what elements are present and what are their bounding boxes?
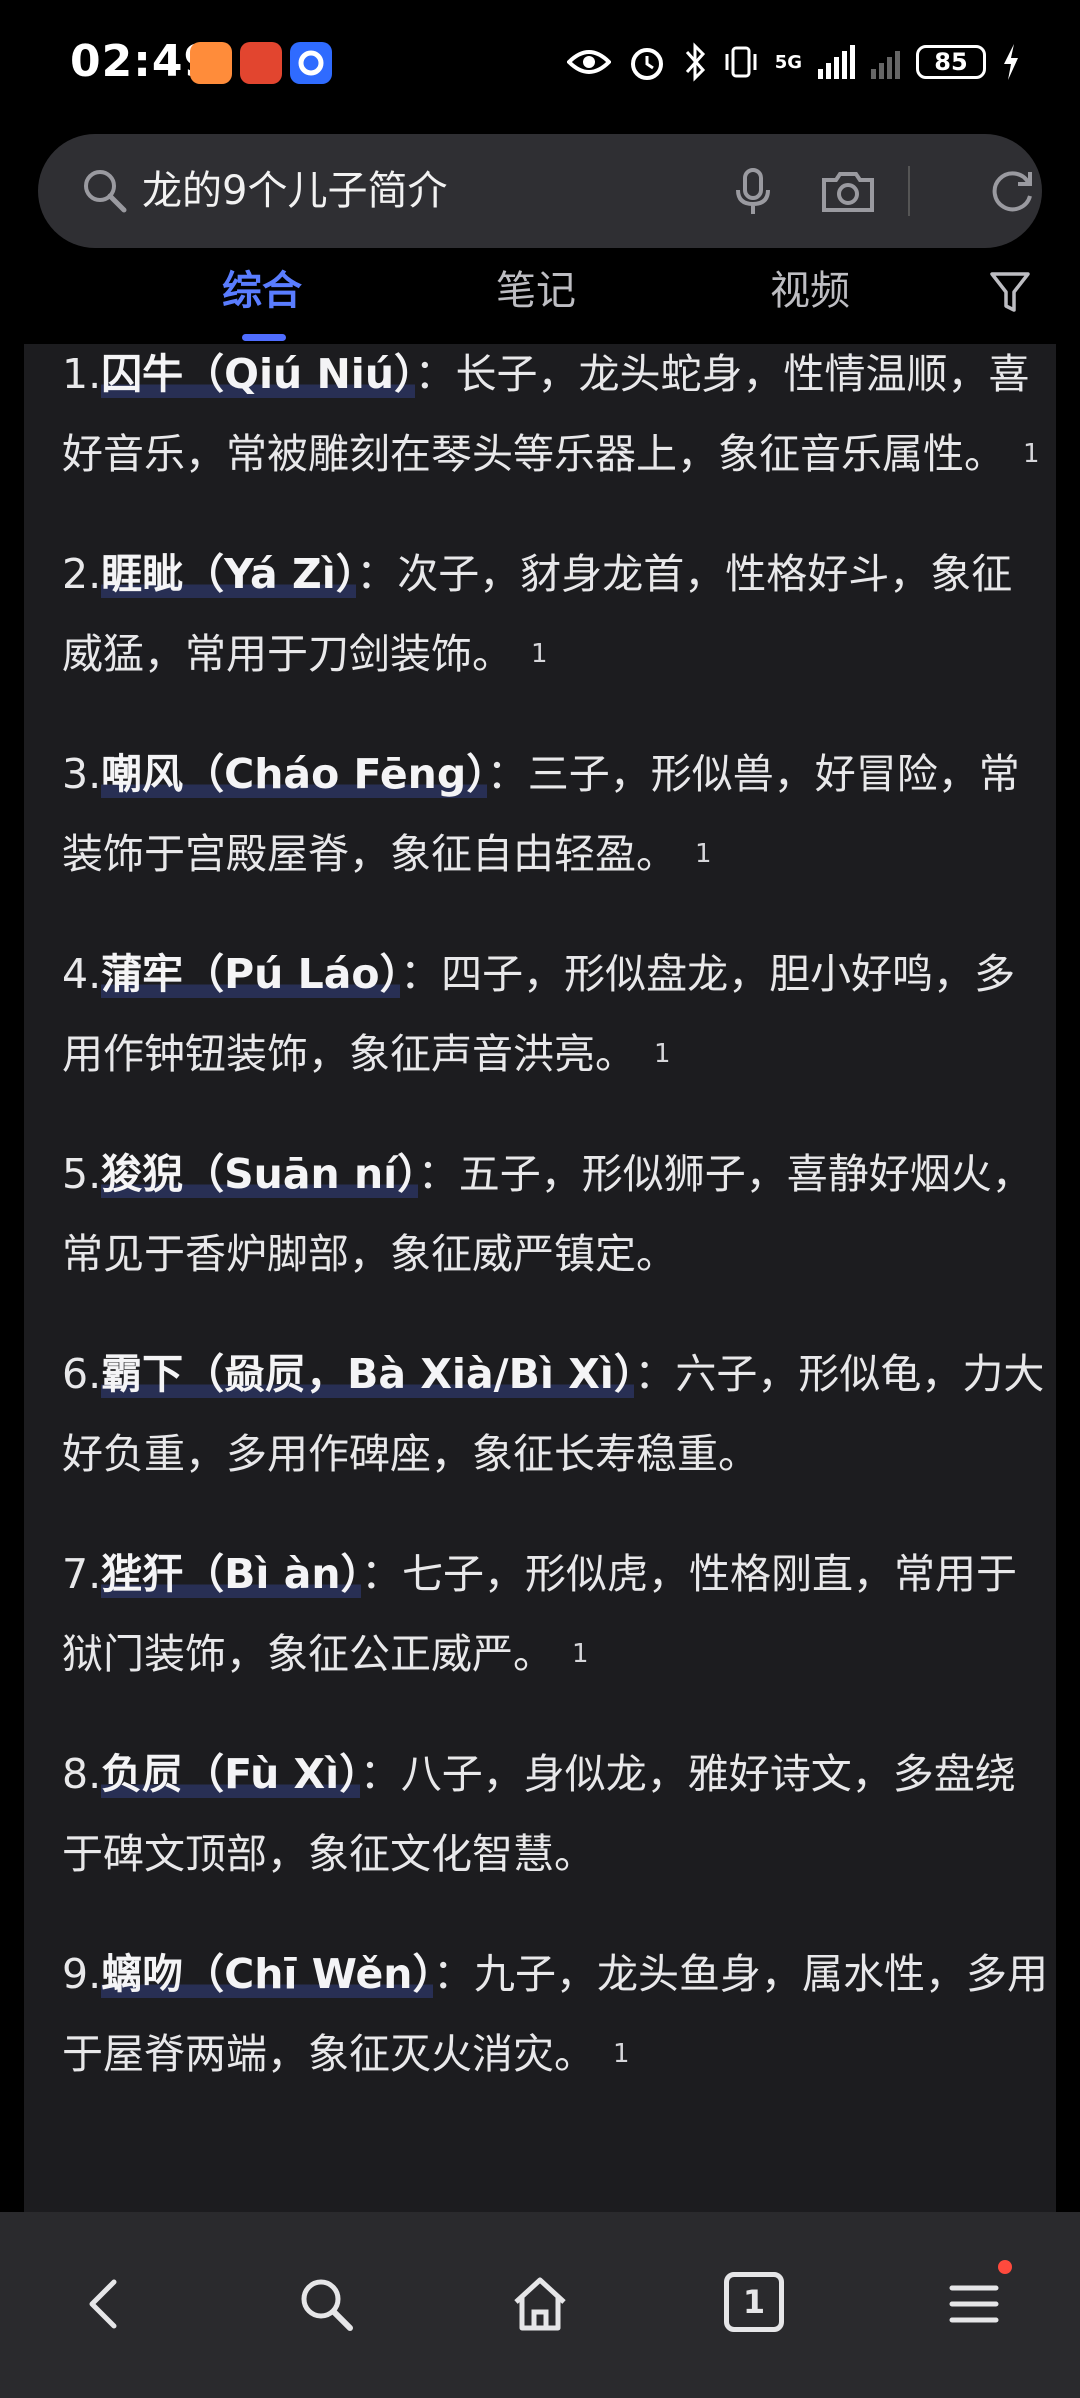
app-notification-icon-2 bbox=[240, 42, 282, 84]
item-number: 7. bbox=[62, 1550, 102, 1598]
list-item: 1.囚牛（Qiú Niú）：长子，龙头蛇身，性情温顺，喜好音乐，常被雕刻在琴头等… bbox=[62, 344, 1052, 494]
item-number: 3. bbox=[62, 750, 102, 798]
item-number: 4. bbox=[62, 950, 102, 998]
item-name: 嘲风（Cháo Fēng） bbox=[101, 750, 487, 798]
signal-icon bbox=[818, 45, 855, 79]
item-number: 5. bbox=[62, 1150, 102, 1198]
search-icon[interactable] bbox=[294, 2272, 358, 2336]
back-icon[interactable] bbox=[74, 2272, 138, 2336]
result-tabs: 综合 笔记 视频 bbox=[0, 258, 1080, 344]
tab-count: 1 bbox=[742, 2283, 766, 2321]
citation-link[interactable]: 1 bbox=[654, 1039, 671, 1069]
status-icons: 5G 85 bbox=[566, 38, 1020, 86]
menu-icon[interactable] bbox=[942, 2272, 1006, 2336]
vibrate-icon bbox=[725, 46, 757, 78]
refresh-icon[interactable] bbox=[984, 164, 1040, 218]
list-item: 9.螭吻（Chī Wěn）：九子，龙头鱼身，属水性，多用于屋脊两端，象征灭火消灾… bbox=[62, 1934, 1052, 2094]
citation-link[interactable]: 1 bbox=[572, 1639, 589, 1669]
active-tab-indicator bbox=[242, 334, 286, 341]
alarm-icon bbox=[630, 48, 663, 80]
tab-videos[interactable]: 视频 bbox=[770, 258, 850, 324]
tabs-icon[interactable]: 1 bbox=[724, 2272, 784, 2332]
app-notification-icon-3 bbox=[290, 42, 332, 84]
item-name: 负屃（Fù Xì） bbox=[101, 1750, 360, 1798]
network-type: 5G bbox=[774, 51, 802, 73]
battery-level: 85 bbox=[934, 48, 968, 76]
battery-icon: 85 bbox=[916, 45, 986, 79]
item-name: 睚眦（Yá Zì） bbox=[101, 550, 357, 598]
search-bar[interactable]: 龙的9个儿子简介 bbox=[38, 134, 1042, 248]
list-item: 8.负屃（Fù Xì）：八子，身似龙，雅好诗文，多盘绕于碑文顶部，象征文化智慧。 bbox=[62, 1734, 1052, 1894]
list-item: 5.狻猊（Suān ní）：五子，形似狮子，喜静好烟火，常见于香炉脚部，象征威严… bbox=[62, 1134, 1052, 1294]
item-number: 8. bbox=[62, 1750, 102, 1798]
bottom-navigation: 1 bbox=[0, 2212, 1080, 2398]
filter-icon[interactable] bbox=[988, 268, 1032, 316]
camera-icon[interactable] bbox=[818, 164, 878, 218]
citation-link[interactable]: 1 bbox=[695, 839, 712, 869]
list-item: 2.睚眦（Yá Zì）：次子，豺身龙首，性格好斗，象征威猛，常用于刀剑装饰。 1 bbox=[62, 534, 1052, 694]
item-name: 狻猊（Suān ní） bbox=[101, 1150, 418, 1198]
answer-card: 1.囚牛（Qiú Niú）：长子，龙头蛇身，性情温顺，喜好音乐，常被雕刻在琴头等… bbox=[24, 344, 1056, 2214]
mic-icon[interactable] bbox=[726, 164, 780, 218]
search-divider bbox=[908, 166, 910, 216]
list-item: 4.蒲牢（Pú Láo）：四子，形似盘龙，胆小好鸣，多用作钟钮装饰，象征声音洪亮… bbox=[62, 934, 1052, 1094]
item-name: 蒲牢（Pú Láo） bbox=[101, 950, 401, 998]
list-item: 7.狴犴（Bì àn）：七子，形似虎，性格刚直，常用于狱门装饰，象征公正威严。 1 bbox=[62, 1534, 1052, 1694]
item-name: 螭吻（Chī Wěn） bbox=[101, 1950, 433, 1998]
home-icon[interactable] bbox=[508, 2272, 572, 2336]
status-bar: 02:49 5G 85 bbox=[0, 0, 1080, 120]
item-name: 狴犴（Bì àn） bbox=[101, 1550, 362, 1598]
search-input[interactable]: 龙的9个儿子简介 bbox=[142, 164, 447, 218]
search-icon bbox=[84, 170, 127, 213]
list-item: 3.嘲风（Cháo Fēng）：三子，形似兽，好冒险，常装饰于宫殿屋脊，象征自由… bbox=[62, 734, 1052, 894]
citation-link[interactable]: 1 bbox=[1023, 439, 1040, 469]
dragon-sons-list: 1.囚牛（Qiú Niú）：长子，龙头蛇身，性情温顺，喜好音乐，常被雕刻在琴头等… bbox=[62, 344, 1052, 2134]
item-number: 2. bbox=[62, 550, 102, 598]
citation-link[interactable]: 1 bbox=[531, 639, 548, 669]
item-number: 1. bbox=[62, 350, 102, 398]
item-name: 霸下（赑屃，Bà Xià/Bì Xì） bbox=[101, 1350, 635, 1398]
app-notification-icon-1 bbox=[190, 42, 232, 84]
notification-dot bbox=[998, 2260, 1012, 2274]
tab-notes[interactable]: 笔记 bbox=[496, 258, 576, 324]
list-item: 6.霸下（赑屃，Bà Xià/Bì Xì）：六子，形似龟，力大好负重，多用作碑座… bbox=[62, 1334, 1052, 1494]
eye-icon bbox=[566, 50, 611, 74]
citation-link[interactable]: 1 bbox=[613, 2039, 630, 2069]
item-number: 6. bbox=[62, 1350, 102, 1398]
bluetooth-icon bbox=[685, 42, 705, 82]
tab-comprehensive[interactable]: 综合 bbox=[222, 258, 302, 324]
item-number: 9. bbox=[62, 1950, 102, 1998]
signal-icon-2 bbox=[871, 45, 900, 79]
charging-icon bbox=[1004, 44, 1018, 80]
item-name: 囚牛（Qiú Niú） bbox=[101, 350, 415, 398]
